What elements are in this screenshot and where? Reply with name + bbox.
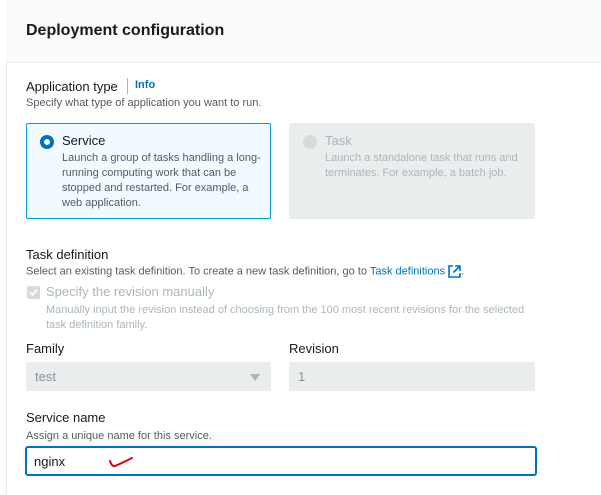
family-value: test — [35, 369, 56, 384]
task-option-title: Task — [325, 133, 352, 148]
service-name-label: Service name — [26, 410, 106, 425]
task-option-description: Launch a standalone task that runs and t… — [325, 152, 518, 179]
revision-input: 1 — [289, 362, 535, 391]
external-link-icon[interactable] — [448, 265, 461, 278]
service-option-tile[interactable]: Service Launch a group of tasks handling… — [26, 123, 271, 219]
revision-value: 1 — [298, 369, 306, 384]
info-separator — [127, 78, 128, 94]
revision-checkbox-description: Manually input the revision instead of c… — [46, 304, 525, 331]
service-name-description: Assign a unique name for this service. — [26, 430, 212, 442]
service-option-description: Launch a group of tasks handling a long-… — [62, 152, 261, 209]
task-definition-description-end: . — [461, 265, 465, 278]
application-type-label: Application type — [26, 79, 118, 94]
checkmark-icon — [29, 288, 38, 297]
application-type-description: Specify what type of application you wan… — [26, 97, 262, 109]
task-definition-label: Task definition — [26, 247, 109, 262]
info-link[interactable]: Info — [135, 79, 155, 91]
task-option-tile: Task Launch a standalone task that runs … — [289, 123, 535, 219]
revision-checkbox-label: Specify the revision manually — [46, 284, 215, 299]
task-definition-description-text: Select an existing task definition. To c… — [26, 265, 367, 278]
red-checkmark-annotation — [109, 457, 133, 468]
family-select: test — [26, 362, 271, 391]
task-definitions-link[interactable]: Task definitions — [370, 265, 445, 277]
family-label: Family — [26, 341, 65, 356]
revision-label: Revision — [289, 341, 339, 356]
panel-title: Deployment configuration — [26, 22, 225, 39]
caret-down-icon — [250, 374, 260, 381]
task-definition-description: Select an existing task definition. To c… — [26, 265, 464, 278]
service-option-title: Service — [62, 133, 106, 148]
service-radio[interactable] — [40, 135, 54, 149]
task-radio — [303, 135, 317, 149]
service-name-input[interactable] — [26, 447, 536, 475]
revision-checkbox — [27, 286, 40, 299]
